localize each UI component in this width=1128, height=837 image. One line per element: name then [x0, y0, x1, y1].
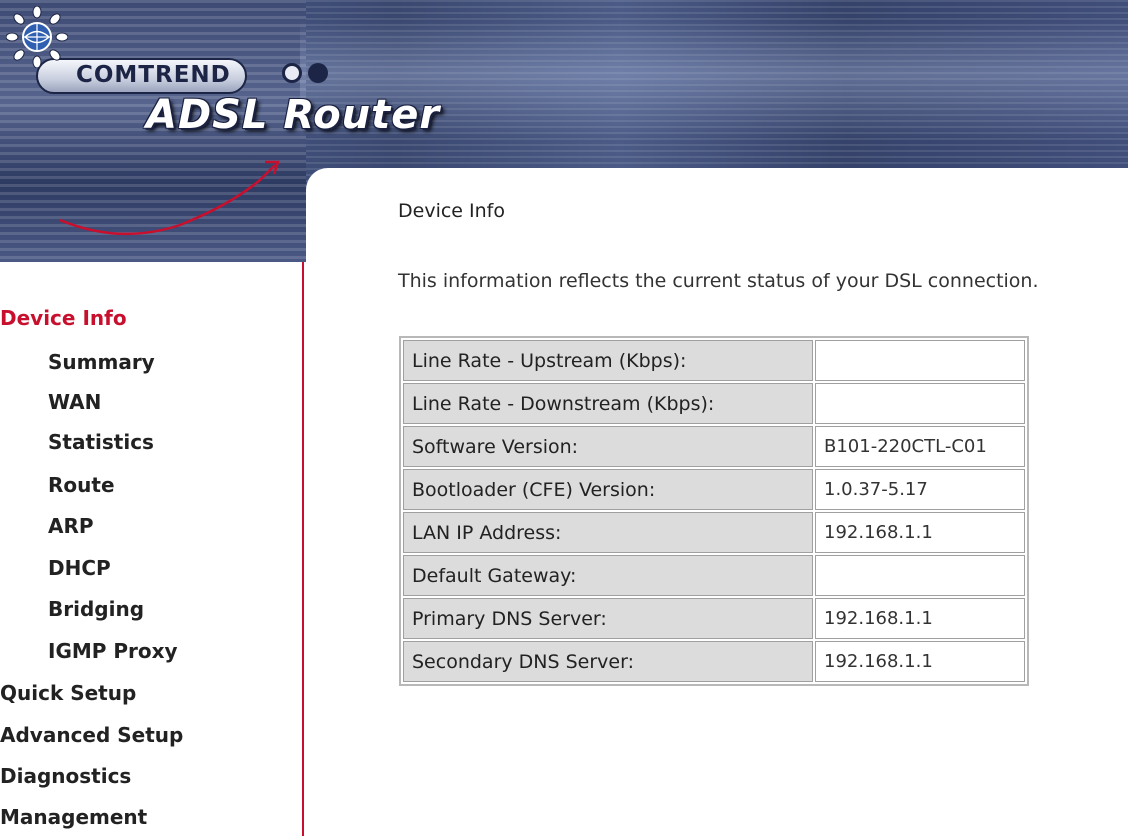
row-label: LAN IP Address: — [403, 512, 813, 553]
table-row: Primary DNS Server: 192.168.1.1 — [403, 598, 1025, 639]
row-label: Line Rate - Upstream (Kbps): — [403, 340, 813, 381]
table-row: Software Version: B101-220CTL-C01 — [403, 426, 1025, 467]
table-row: LAN IP Address: 192.168.1.1 — [403, 512, 1025, 553]
sidebar-item-dhcp[interactable]: DHCP — [48, 548, 111, 588]
row-value — [815, 383, 1025, 424]
row-value: 192.168.1.1 — [815, 641, 1025, 682]
table-row: Default Gateway: — [403, 555, 1025, 596]
row-value: 192.168.1.1 — [815, 598, 1025, 639]
sidebar-item-bridging[interactable]: Bridging — [48, 589, 144, 629]
row-label: Primary DNS Server: — [403, 598, 813, 639]
sidebar-item-wan[interactable]: WAN — [48, 382, 101, 422]
table-row: Bootloader (CFE) Version: 1.0.37-5.17 — [403, 469, 1025, 510]
sidebar-item-advanced-setup[interactable]: Advanced Setup — [0, 715, 183, 755]
sidebar-item-arp[interactable]: ARP — [48, 506, 94, 546]
row-label: Line Rate - Downstream (Kbps): — [403, 383, 813, 424]
sidebar-nav: Device Info Summary WAN Statistics Route… — [0, 262, 304, 836]
page-title: Device Info — [398, 200, 505, 222]
device-info-table: Line Rate - Upstream (Kbps): Line Rate -… — [399, 336, 1029, 686]
table-row: Line Rate - Upstream (Kbps): — [403, 340, 1025, 381]
brand-name: COMTREND — [76, 62, 231, 88]
sidebar-item-igmp-proxy[interactable]: IGMP Proxy — [48, 631, 178, 671]
solid-dot-icon — [308, 62, 328, 83]
row-value: 192.168.1.1 — [815, 512, 1025, 553]
product-title: ADSL Router — [146, 92, 441, 138]
table-row: Secondary DNS Server: 192.168.1.1 — [403, 641, 1025, 682]
brand-dots — [282, 62, 334, 83]
row-label: Bootloader (CFE) Version: — [403, 469, 813, 510]
sidebar-item-diagnostics[interactable]: Diagnostics — [0, 756, 131, 796]
sidebar-item-device-info[interactable]: Device Info — [0, 298, 127, 338]
sidebar-item-summary[interactable]: Summary — [48, 342, 155, 382]
sidebar-item-quick-setup[interactable]: Quick Setup — [0, 673, 136, 713]
page-description: This information reflects the current st… — [398, 270, 1039, 292]
row-label: Software Version: — [403, 426, 813, 467]
globe-logo-icon — [6, 6, 68, 68]
sidebar-item-statistics[interactable]: Statistics — [48, 422, 154, 462]
row-label: Default Gateway: — [403, 555, 813, 596]
sidebar-item-management[interactable]: Management — [0, 797, 147, 837]
row-label: Secondary DNS Server: — [403, 641, 813, 682]
hollow-dot-icon — [282, 62, 302, 83]
sidebar-item-route[interactable]: Route — [48, 465, 115, 505]
row-value: B101-220CTL-C01 — [815, 426, 1025, 467]
row-value: 1.0.37-5.17 — [815, 469, 1025, 510]
signal-swoosh-icon — [60, 160, 280, 236]
row-value — [815, 555, 1025, 596]
table-row: Line Rate - Downstream (Kbps): — [403, 383, 1025, 424]
row-value — [815, 340, 1025, 381]
